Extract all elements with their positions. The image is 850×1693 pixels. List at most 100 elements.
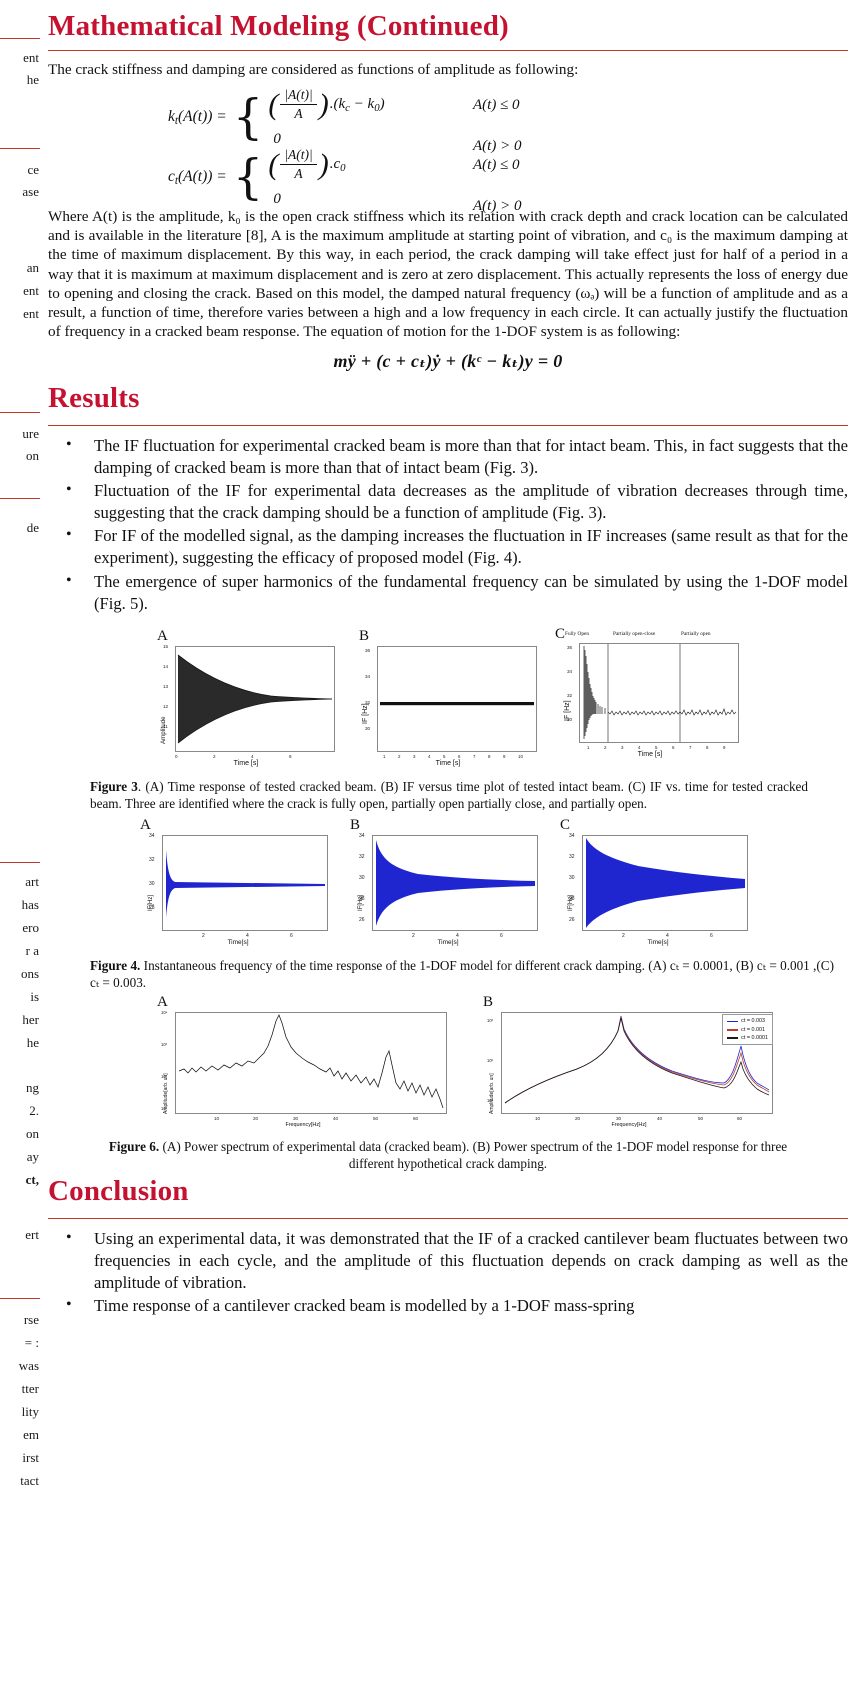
fraction-denominator: A xyxy=(294,166,303,182)
fraction-denominator: A xyxy=(294,106,303,122)
figure-3-caption-text: . (A) Time response of tested cracked be… xyxy=(90,778,808,811)
y-tick: 10³ xyxy=(161,1042,168,1048)
figure-6-panel-a: A Amplitude[arb. un] 10⁴ 10³ 10² 10¹ 10 … xyxy=(153,995,453,1134)
axis-label-x: Frequency[Hz] xyxy=(611,1122,647,1129)
left-frag-23: ert xyxy=(25,1227,39,1242)
x-tick: 40 xyxy=(333,1116,339,1122)
equation-ct-factor: .c0 xyxy=(329,155,346,174)
figure-3-caption-label: Figure 3 xyxy=(90,778,138,794)
equation-ct: ct(A(t)) = { ( |A(t)| A ) .c0 0 xyxy=(168,147,346,208)
annotation-partially-open: Partially open xyxy=(681,630,711,637)
x-tick: 20 xyxy=(253,1116,259,1122)
y-tick: 36 xyxy=(365,647,371,653)
legend-item: ct = 0.001 xyxy=(727,1026,768,1034)
condition-1: A(t) ≤ 0 xyxy=(473,157,520,174)
y-tick: 28 xyxy=(569,895,575,902)
left-frag-11: has xyxy=(21,897,39,912)
bullet-icon: • xyxy=(66,1295,72,1313)
equation-ct-zero: 0 xyxy=(273,191,281,208)
list-item: • The emergence of super harmonics of the… xyxy=(48,571,848,615)
left-frag-29: em xyxy=(23,1427,39,1442)
left-frag-30: irst xyxy=(22,1450,39,1465)
plot-area xyxy=(175,645,335,752)
x-tick: 2 xyxy=(213,753,216,759)
y-tick: 28 xyxy=(149,904,155,911)
power-spectrum-experimental xyxy=(178,1014,444,1109)
figure-6-panel-b: B Amplitude[arb. un] ct = 0.003 ct = 0.0… xyxy=(479,995,779,1134)
x-tick: 7 xyxy=(473,753,476,759)
brace-icon: { xyxy=(232,149,264,206)
plot-area xyxy=(579,642,739,743)
annotation-partially-open-close: Partially open-close xyxy=(613,630,656,637)
y-tick: 10² xyxy=(161,1074,168,1080)
figure-6-caption-label: Figure 6. xyxy=(108,1139,160,1155)
bullet-text: For IF of the modelled signal, as the da… xyxy=(94,526,848,568)
y-tick: 34 xyxy=(365,673,371,679)
legend-item: ct = 0.003 xyxy=(727,1017,768,1025)
left-rule xyxy=(0,498,40,499)
equation-kt-zero: 0 xyxy=(273,131,281,148)
divider-results xyxy=(48,425,848,427)
figure-3-caption: Figure 3. (A) Time response of tested cr… xyxy=(48,778,848,812)
axis-label-x: Time[s] xyxy=(437,938,459,946)
figure-3-panel-b: B IF [Hz] 36 34 32 30 1 2 3 4 5 6 7 8 9 … xyxy=(353,628,543,772)
y-tick: 11 xyxy=(163,723,168,729)
time-response-plot xyxy=(177,654,333,743)
fraction-numerator: |A(t)| xyxy=(280,147,317,166)
list-item: • Time response of a cantilever cracked b… xyxy=(48,1295,848,1317)
panel-label: B xyxy=(483,994,494,1011)
equation-ct-conditions: A(t) ≤ 0 A(t) > 0 xyxy=(473,157,521,215)
math-modeling-paragraph: Where A(t) is the amplitude, k₀ is the o… xyxy=(48,208,848,340)
left-frag-17: he xyxy=(26,1035,39,1050)
x-tick: 7 xyxy=(689,744,692,750)
figure-4-panel-b: B IF[Hz] 34 32 30 28 26 2 4 6 Time[s] xyxy=(350,817,546,951)
y-tick: 30 xyxy=(149,880,155,887)
figure-6: A Amplitude[arb. un] 10⁴ 10³ 10² 10¹ 10 … xyxy=(48,995,848,1172)
list-item: • For IF of the modelled signal, as the d… xyxy=(48,525,848,569)
math-modeling-intro: The crack stiffness and damping are cons… xyxy=(48,61,579,78)
panel-label: C xyxy=(560,816,571,833)
annotation-fully-open: Fully Open xyxy=(565,630,589,637)
x-tick: 5 xyxy=(443,753,446,759)
axis-label-x: Time [s] xyxy=(637,750,663,758)
legend-swatch xyxy=(727,1037,739,1039)
paren-open-icon: ( xyxy=(268,147,279,181)
legend-swatch xyxy=(727,1020,739,1023)
if-vs-time-plot xyxy=(380,701,534,705)
figure-4-caption: Figure 4. Instantaneous frequency of the… xyxy=(48,957,848,991)
left-frag-1: he xyxy=(26,72,39,87)
left-rule xyxy=(0,38,40,39)
left-frag-12: ero xyxy=(22,920,39,935)
legend-item: ct = 0.0001 xyxy=(727,1034,768,1042)
x-tick: 10 xyxy=(214,1116,220,1122)
figure-3-panel-c: C Fully Open Partially open-close Partia… xyxy=(555,625,745,772)
left-frag-9: de xyxy=(26,520,39,535)
y-tick: 28 xyxy=(359,895,365,902)
x-tick: 6 xyxy=(289,753,292,759)
section-title-results: Results xyxy=(48,382,140,415)
axis-label-y: Amplitude[arb. un] xyxy=(489,1073,495,1115)
x-tick: 4 xyxy=(428,753,431,759)
plot-area xyxy=(162,834,328,931)
equation-kt-factor: .(kc − k0) xyxy=(329,95,385,114)
if-model-plot-c xyxy=(586,837,745,928)
bullet-icon: • xyxy=(66,1228,72,1246)
panel-label: C xyxy=(555,625,566,642)
legend-swatch xyxy=(727,1029,739,1031)
y-tick: 32 xyxy=(567,692,573,698)
x-tick: 2 xyxy=(604,744,607,750)
list-item: • The IF fluctuation for experimental cra… xyxy=(48,435,848,479)
if-vs-time-cracked-plot xyxy=(583,643,737,742)
equation-kt-conditions: A(t) ≤ 0 A(t) > 0 xyxy=(473,97,521,155)
divider-math-modeling xyxy=(48,50,848,51)
left-frag-2: ce xyxy=(27,162,39,177)
equations-block: kt(A(t)) = { ( |A(t)| A ) .(kc − k0) 0 A… xyxy=(48,85,848,214)
figure-3: A Amplitude 15 14 13 12 11 0 2 4 6 Time … xyxy=(48,625,848,812)
figure-4: A IF[Hz] 34 32 30 28 2 4 6 Time[s] B IF[… xyxy=(48,816,848,991)
x-tick: 8 xyxy=(706,744,709,750)
panel-label: A xyxy=(157,994,168,1011)
x-tick: 10 xyxy=(535,1116,541,1122)
figure-4-panel-a: A IF[Hz] 34 32 30 28 2 4 6 Time[s] xyxy=(140,817,336,951)
x-tick: 60 xyxy=(413,1116,419,1122)
condition-2: A(t) > 0 xyxy=(473,138,522,155)
